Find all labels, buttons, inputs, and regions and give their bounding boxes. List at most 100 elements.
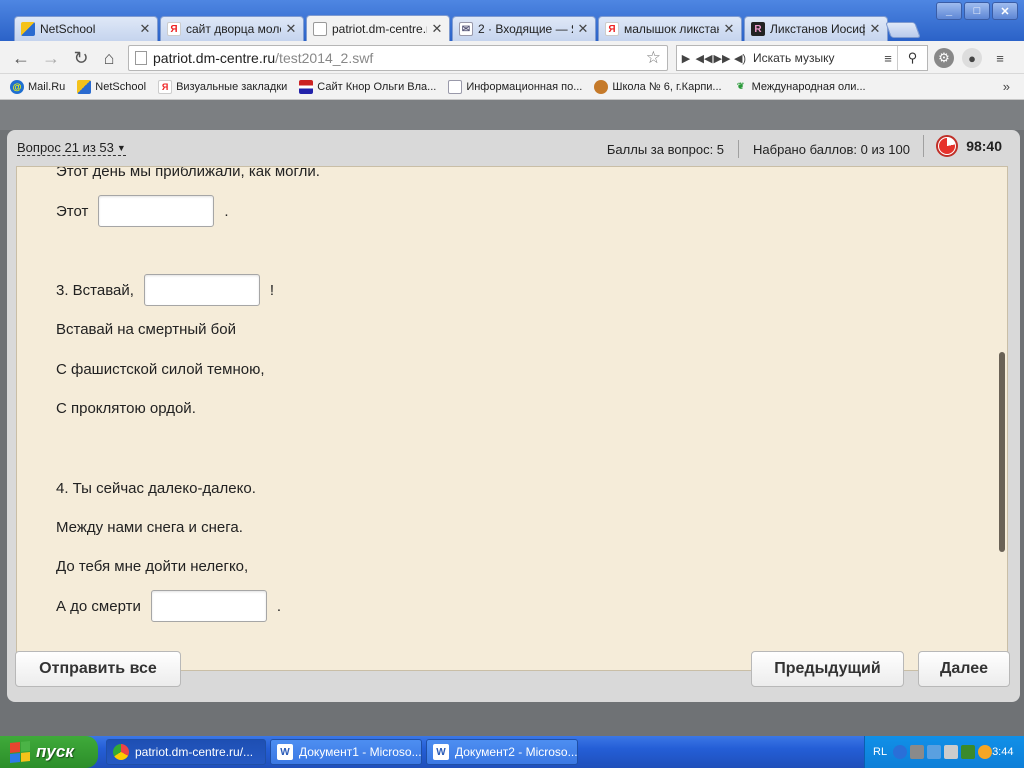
reload-icon[interactable]: ↻ — [70, 47, 92, 69]
search-icon[interactable]: ⚲ — [897, 46, 927, 70]
bookmark-label: Mail.Ru — [28, 80, 66, 93]
tab-likstanov[interactable]: R Ликстанов Иосиф ✕ — [744, 16, 888, 41]
close-window-button[interactable]: ✕ — [992, 2, 1018, 20]
bookmark-knor[interactable]: Сайт Кнор Ольги Вла... — [299, 79, 437, 94]
caret-down-icon: ▼ — [116, 142, 126, 153]
submit-all-button[interactable]: Отправить все — [15, 651, 181, 687]
maximize-button[interactable]: □ — [964, 2, 990, 20]
text-line: С проклятою ордой. — [56, 400, 196, 417]
button-label: Далее — [939, 660, 989, 677]
text-line: Между нами снега и снега. — [56, 519, 243, 536]
music-search-bar[interactable]: ▶ ◀◀ ▶▶ ◀) Искать музыку ≡ ⚲ — [676, 45, 928, 71]
bookmark-info[interactable]: Информационная по... — [448, 79, 582, 94]
question-selector[interactable]: Вопрос 21 из 53 ▼ — [17, 140, 126, 156]
window-controls: _ □ ✕ — [936, 2, 1018, 20]
text-line: Этот . — [56, 195, 229, 227]
answer-field-3[interactable] — [150, 590, 267, 622]
netschool-icon — [77, 79, 92, 94]
answer-field-2[interactable] — [143, 274, 260, 306]
bookmark-netschool[interactable]: NetSchool — [77, 79, 146, 94]
text-line: До тебя мне дойти нелегко, — [56, 558, 248, 575]
speaker-icon[interactable] — [944, 745, 959, 759]
line-text: . — [224, 202, 229, 220]
bookmark-label: Международная оли... — [751, 80, 866, 93]
new-tab-button[interactable] — [885, 22, 921, 38]
task-label: patriot.dm-centre.ru/... — [135, 745, 254, 759]
previous-button[interactable]: Предыдущий — [751, 651, 904, 687]
yandex-icon: Я — [158, 79, 173, 94]
close-icon[interactable]: ✕ — [139, 21, 151, 37]
rewind-icon[interactable]: ◀◀ — [695, 52, 713, 65]
line-text: А до смерти — [56, 597, 141, 615]
tab-patriot[interactable]: patriot.dm-centre.r ✕ — [306, 15, 450, 42]
arrow-left-icon[interactable] — [893, 745, 908, 759]
tab-title: 2 · Входящие — Я — [478, 22, 573, 36]
bookmark-label: Визуальные закладки — [176, 80, 288, 93]
bookmark-mailru[interactable]: @ Mail.Ru — [10, 79, 66, 94]
tab-strip: NetSchool ✕ Я сайт дворца моло ✕ patriot… — [0, 0, 1024, 42]
tab-mail[interactable]: ✉ 2 · Входящие — Я ✕ — [452, 16, 596, 41]
test-stage: Вопрос 21 из 53 ▼ Баллы за вопрос: 5 Наб… — [0, 100, 1024, 736]
taskbar-item-doc1[interactable]: W Документ1 - Microso... — [270, 739, 422, 765]
total-points: Набрано баллов: 0 из 100 — [753, 141, 910, 157]
text-line: А до смерти . — [56, 590, 281, 622]
address-bar[interactable]: patriot.dm-centre.ru/test2014_2.swf ☆ — [128, 45, 668, 71]
taskbar-item-chrome[interactable]: patriot.dm-centre.ru/... — [106, 739, 266, 765]
tab-dvorets[interactable]: Я сайт дворца моло ✕ — [160, 16, 304, 41]
close-icon[interactable]: ✕ — [869, 21, 881, 37]
stage-banner — [0, 100, 1024, 130]
fr-icon: R — [751, 22, 765, 36]
forward-arrow-icon[interactable]: → — [40, 47, 62, 69]
line-text: Между нами снега и снега. — [56, 519, 243, 536]
question-number: Вопрос 21 из 53 — [17, 140, 114, 155]
sun-icon[interactable] — [978, 745, 993, 759]
system-tray: RL 3:44 — [864, 736, 1024, 768]
browser-toolbar: ← → ↻ ⌂ patriot.dm-centre.ru/test2014_2.… — [0, 41, 1024, 74]
profile-icon[interactable]: ● — [962, 48, 982, 68]
tab-title: Ликстанов Иосиф — [770, 22, 865, 36]
text-line: 3. Вставай, ! — [56, 274, 274, 306]
bookmark-label: Школа № 6, г.Карпи... — [612, 80, 722, 93]
home-icon[interactable]: ⌂ — [98, 47, 120, 69]
question-panel: Вопрос 21 из 53 ▼ Баллы за вопрос: 5 Наб… — [7, 130, 1020, 702]
word-icon: W — [277, 744, 293, 760]
menu-icon[interactable]: ≡ — [990, 48, 1010, 68]
extension-icon[interactable]: ⚙ — [934, 48, 954, 68]
bookmarks-more-button[interactable]: » — [1003, 79, 1010, 94]
menu-icon[interactable]: ≡ — [879, 51, 897, 66]
close-icon[interactable]: ✕ — [285, 21, 297, 37]
next-button[interactable]: Далее — [918, 651, 1010, 687]
divider — [923, 135, 925, 157]
bookmark-visual[interactable]: Я Визуальные закладки — [158, 79, 288, 94]
music-search-input[interactable]: Искать музыку — [749, 51, 879, 65]
nvidia-icon[interactable] — [961, 745, 976, 759]
play-icon[interactable]: ▶ — [677, 52, 695, 65]
language-indicator[interactable]: RL — [873, 746, 887, 758]
back-arrow-icon[interactable]: ← — [10, 47, 32, 69]
speaker-icon[interactable]: ◀) — [731, 52, 749, 65]
close-icon[interactable]: ✕ — [723, 21, 735, 37]
star-icon[interactable]: ☆ — [646, 48, 661, 68]
minimize-button[interactable]: _ — [936, 2, 962, 20]
network-icon[interactable] — [910, 745, 925, 759]
scrollbar-thumb[interactable] — [999, 352, 1005, 552]
line-text: С фашистской силой темною, — [56, 361, 265, 378]
yandex-icon: Я — [167, 22, 181, 36]
tab-netschool[interactable]: NetSchool ✕ — [14, 16, 158, 41]
timer-value: 98:40 — [966, 138, 1002, 154]
monitor-icon[interactable] — [927, 745, 942, 759]
taskbar-item-doc2[interactable]: W Документ2 - Microso... — [426, 739, 578, 765]
text-line: С фашистской силой темною, — [56, 361, 265, 378]
close-icon[interactable]: ✕ — [431, 21, 443, 37]
bookmark-school6[interactable]: Школа № 6, г.Карпи... — [594, 79, 722, 94]
close-icon[interactable]: ✕ — [577, 21, 589, 37]
url-host: patriot.dm-centre.ru — [153, 50, 276, 66]
fast-forward-icon[interactable]: ▶▶ — [713, 52, 731, 65]
windows-logo-icon — [10, 740, 30, 764]
bookmark-olymp[interactable]: ❦ Международная оли... — [734, 80, 866, 94]
answer-field-1[interactable] — [98, 195, 215, 227]
bookmark-label: Сайт Кнор Ольги Вла... — [317, 80, 437, 93]
tab-malyshok[interactable]: Я малышок ликстан ✕ — [598, 16, 742, 41]
start-button[interactable]: пуск — [0, 736, 98, 768]
line-text: Этот день мы приближали, как могли. — [56, 166, 320, 180]
